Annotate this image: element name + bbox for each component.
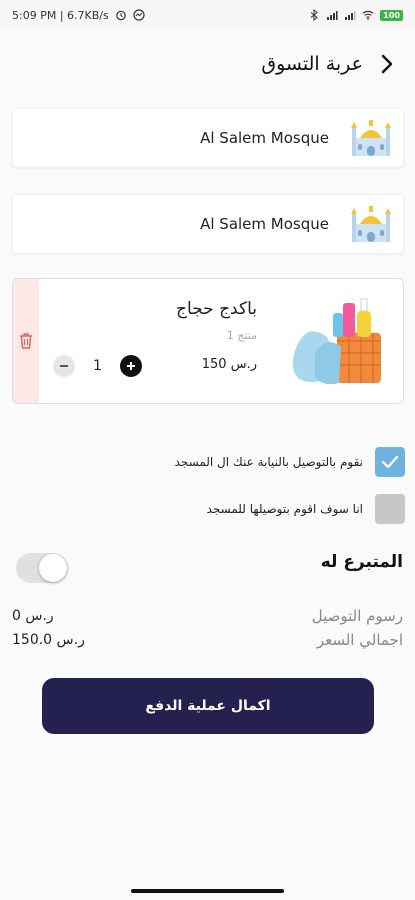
decrease-button[interactable] [53,355,75,377]
product-image [275,291,393,391]
option-label: انا سوف اقوم بتوصيلها للمسجد [206,502,363,516]
header: عربة التسوق [18,48,397,80]
status-time: 5:09 PM | 6.7KB/s [12,8,109,22]
delivery-option-mosque[interactable]: نقوم بالتوصيل بالنيابة عنك ال المسجد [175,447,405,477]
signal-icon-2 [345,11,356,20]
checkbox-checked[interactable] [375,447,405,477]
delivery-option-self[interactable]: انا سوف اقوم بتوصيلها للمسجد [207,494,405,524]
status-right: 100 [308,9,403,21]
checkbox-unchecked[interactable] [375,494,405,524]
signal-icon [327,11,338,20]
messenger-icon [133,9,145,21]
total-price-value: 150.0 ر.س [12,632,85,648]
check-icon [381,455,399,469]
product-title: باكدج حجاج [176,299,257,319]
mosque-icon [351,120,391,156]
mosque-icon [351,206,391,242]
delete-button[interactable] [13,279,39,403]
plus-icon [126,362,135,370]
mosque-card[interactable]: Al Salem Mosque [12,108,404,168]
status-left: 5:09 PM | 6.7KB/s [12,9,145,22]
back-button[interactable] [377,54,397,74]
status-bar: 5:09 PM | 6.7KB/s 100 [0,0,415,30]
donor-label: المتبرع له [320,552,403,572]
home-indicator [131,889,284,893]
wifi-icon [362,10,374,20]
chevron-right-icon [381,54,393,74]
alarm-icon [115,10,126,21]
mosque-name: Al Salem Mosque [200,215,329,233]
donor-toggle[interactable] [16,553,68,583]
quantity-value: 1 [93,358,102,374]
toggle-knob [39,554,67,582]
trash-icon [20,333,32,349]
bluetooth-icon [310,9,319,21]
increase-button[interactable] [119,355,142,377]
option-label: نقوم بالتوصيل بالنيابة عنك ال المسجد [174,455,363,469]
mosque-name: Al Salem Mosque [200,129,329,147]
quantity-stepper: 1 [53,355,142,377]
delivery-fee-value: 0 ر.س [12,608,54,624]
minus-icon [60,365,68,367]
checkout-button[interactable]: اكمال عملية الدفع [42,678,374,734]
delivery-fee-label: رسوم التوصيل [311,607,403,625]
product-price: 150 ر.س [201,357,257,372]
product-count: 1 منتج [226,329,257,342]
page-title: عربة التسوق [261,53,363,75]
battery-icon: 100 [380,9,403,21]
total-price-label: اجمالي السعر [316,631,403,649]
cart-item: باكدج حجاج 1 منتج 150 ر.س 1 [12,278,404,404]
mosque-card[interactable]: Al Salem Mosque [12,194,404,254]
